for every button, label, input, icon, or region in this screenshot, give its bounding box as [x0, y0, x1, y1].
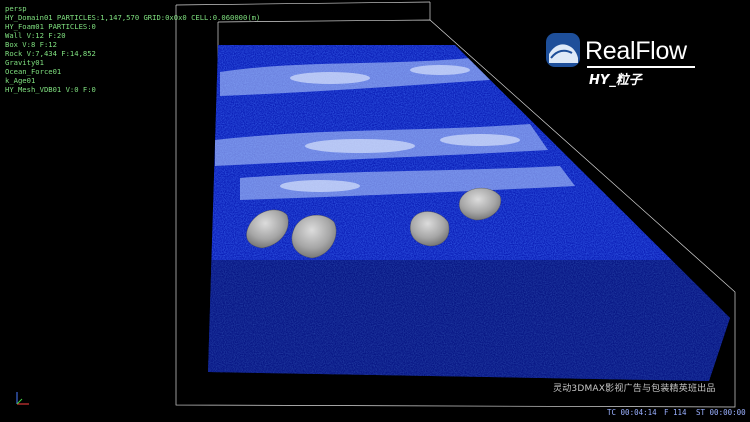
realflow-wave-icon [546, 33, 580, 67]
hud-line: Ocean_Force01 [5, 67, 62, 76]
hud-line: HY_Foam01 PARTICLES:0 [5, 22, 96, 31]
hud-line: Wall V:12 F:20 [5, 31, 66, 40]
hud-line: Rock V:7,434 F:14,852 [5, 49, 96, 58]
rock [410, 211, 450, 247]
logo-subtitle: HY_粒子 [589, 73, 642, 88]
timecode: TC 00:04:14 [607, 408, 657, 417]
scene-info-overlay: persp HY_Domain01 PARTICLES:1,147,570 GR… [5, 4, 260, 94]
hud-line: HY_Domain01 PARTICLES:1,147,570 GRID:0x0… [5, 13, 261, 22]
logo-divider [587, 66, 695, 68]
frame-number: F 114 [664, 408, 687, 417]
simulation-time: ST 00:00:00 [696, 408, 746, 417]
hud-line: HY_Mesh_VDB01 V:0 F:0 [5, 85, 96, 94]
viewport-persp[interactable]: persp HY_Domain01 PARTICLES:1,147,570 GR… [0, 0, 750, 422]
realflow-logo: RealFlow HY_粒子 [545, 32, 697, 88]
viewport-label[interactable]: persp [5, 4, 260, 13]
axis-gizmo [16, 392, 29, 405]
watermark-text: 灵动3DMAX影视广告与包装精英班出品 [553, 384, 716, 394]
hud-line: Gravity01 [5, 58, 44, 67]
hud-line: Box V:8 F:12 [5, 40, 57, 49]
hud-line: k_Age01 [5, 76, 36, 85]
logo-brand: RealFlow [585, 37, 687, 65]
